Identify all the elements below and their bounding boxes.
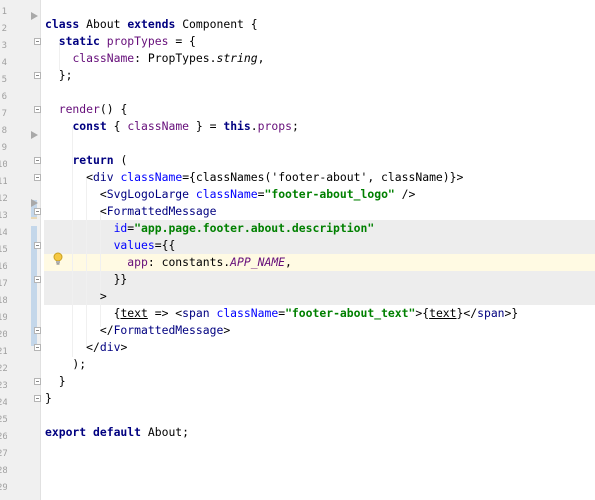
fold-marker-icon[interactable] xyxy=(34,106,41,113)
line-number: 2 xyxy=(1,24,7,34)
code-line[interactable]: }; xyxy=(45,67,73,84)
code-line[interactable]: <div className={classNames('footer-about… xyxy=(45,169,463,186)
code-line[interactable]: {text => <span className="footer-about_t… xyxy=(45,305,519,322)
breakpoint-arrow-icon[interactable] xyxy=(31,199,38,207)
code-line[interactable]: ); xyxy=(45,356,86,373)
line-number: 10 xyxy=(0,160,7,170)
line-number: 5 xyxy=(1,75,7,85)
line-number: 9 xyxy=(1,143,7,153)
line-number: 12 xyxy=(0,194,7,204)
code-line[interactable]: <FormattedMessage xyxy=(45,203,217,220)
line-number: 4 xyxy=(1,58,7,68)
line-number: 19 xyxy=(0,313,7,323)
line-number: 24 xyxy=(0,398,7,408)
line-number: 26 xyxy=(0,432,7,442)
line-number: 27 xyxy=(0,449,7,459)
fold-marker-icon[interactable] xyxy=(34,157,41,164)
highlighted-row xyxy=(44,288,595,305)
code-line[interactable]: static propTypes = { xyxy=(45,33,196,50)
line-number: 13 xyxy=(0,211,7,221)
fold-marker-icon[interactable] xyxy=(34,208,41,215)
code-line[interactable]: </FormattedMessage> xyxy=(45,322,230,339)
breakpoint-arrow-icon[interactable] xyxy=(31,131,38,139)
line-number: 1 xyxy=(1,7,7,17)
line-number: 8 xyxy=(1,126,7,136)
line-number: 15 xyxy=(0,245,7,255)
code-line[interactable]: id="app.page.footer.about.description" xyxy=(45,220,375,237)
code-line[interactable]: export default About; xyxy=(45,424,189,441)
fold-marker-icon[interactable] xyxy=(34,395,41,402)
line-number: 29 xyxy=(0,483,7,493)
breakpoint-arrow-icon[interactable] xyxy=(31,12,38,20)
code-line[interactable]: class About extends Component { xyxy=(45,16,258,33)
code-line[interactable]: render() { xyxy=(45,101,128,118)
fold-marker-icon[interactable] xyxy=(34,72,41,79)
fold-marker-icon[interactable] xyxy=(34,276,41,283)
line-number: 6 xyxy=(1,92,7,102)
code-line[interactable]: } xyxy=(45,390,52,407)
line-number: 23 xyxy=(0,381,7,391)
line-number: 18 xyxy=(0,296,7,306)
code-line[interactable]: const { className } = this.props; xyxy=(45,118,298,135)
code-line[interactable]: }} xyxy=(45,271,128,288)
code-line[interactable]: values={{ xyxy=(45,237,176,254)
line-number: 22 xyxy=(0,364,7,374)
line-number: 16 xyxy=(0,262,7,272)
code-line[interactable]: return ( xyxy=(45,152,127,169)
line-number: 3 xyxy=(1,41,7,51)
fold-marker-icon[interactable] xyxy=(34,38,41,45)
fold-marker-icon[interactable] xyxy=(34,327,41,334)
fold-marker-icon[interactable] xyxy=(34,174,41,181)
line-number: 14 xyxy=(0,228,7,238)
fold-marker-icon[interactable] xyxy=(34,378,41,385)
line-number: 21 xyxy=(0,347,7,357)
line-number: 25 xyxy=(0,415,7,425)
fold-marker-icon[interactable] xyxy=(34,242,41,249)
code-line[interactable]: </div> xyxy=(45,339,127,356)
code-line[interactable]: className: PropTypes.string, xyxy=(45,50,264,67)
code-line[interactable]: > xyxy=(45,288,107,305)
code-line[interactable]: app: constants.APP_NAME, xyxy=(45,254,292,271)
line-numbers: 1 2 3 4 5 6 7 8 9 10 11 12 13 14 15 16 1… xyxy=(0,0,8,500)
code-line[interactable]: } xyxy=(45,373,66,390)
line-number: 20 xyxy=(0,330,7,340)
line-number: 28 xyxy=(0,466,7,476)
change-marker[interactable] xyxy=(31,217,37,219)
line-number: 11 xyxy=(0,177,7,187)
fold-marker-icon[interactable] xyxy=(34,344,41,351)
line-number: 7 xyxy=(1,109,7,119)
line-number: 17 xyxy=(0,279,7,289)
code-line[interactable]: <SvgLogoLarge className="footer-about_lo… xyxy=(45,186,416,203)
